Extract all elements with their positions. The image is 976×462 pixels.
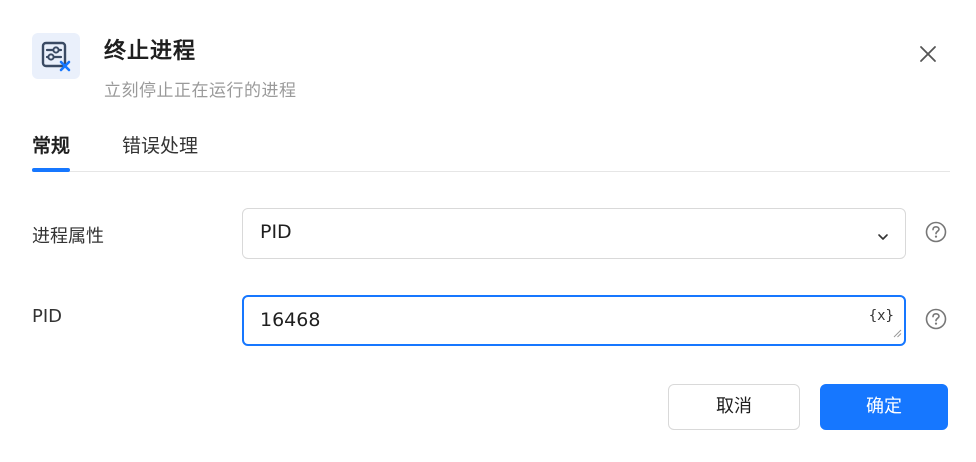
process-attribute-select[interactable]: PID [242,208,906,259]
cancel-button[interactable]: 取消 [668,384,800,430]
resize-handle-icon[interactable] [892,323,902,342]
dialog-title: 终止进程 [104,39,197,64]
active-tab-indicator [32,168,71,172]
tab-general-label: 常规 [32,135,71,157]
help-icon[interactable] [925,221,947,243]
process-attribute-value: PID [260,221,292,243]
chevron-down-icon [877,228,889,247]
help-icon[interactable] [925,308,947,330]
tab-bar: 常规 错误处理 [32,132,950,172]
confirm-button[interactable]: 确定 [820,384,948,430]
tab-error-handling-label: 错误处理 [122,135,199,157]
process-attribute-label: 进程属性 [32,226,104,247]
tab-general[interactable]: 常规 [32,132,71,172]
dialog-subtitle: 立刻停止正在运行的进程 [104,81,297,101]
pid-value: 16468 [260,309,321,331]
terminate-process-icon [32,33,80,79]
tab-error-handling[interactable]: 错误处理 [122,132,198,170]
variable-insert-button[interactable]: {x} [869,308,894,324]
pid-input[interactable]: 16468 {x} [242,295,906,346]
close-icon[interactable] [914,40,942,68]
pid-label: PID [32,306,63,327]
